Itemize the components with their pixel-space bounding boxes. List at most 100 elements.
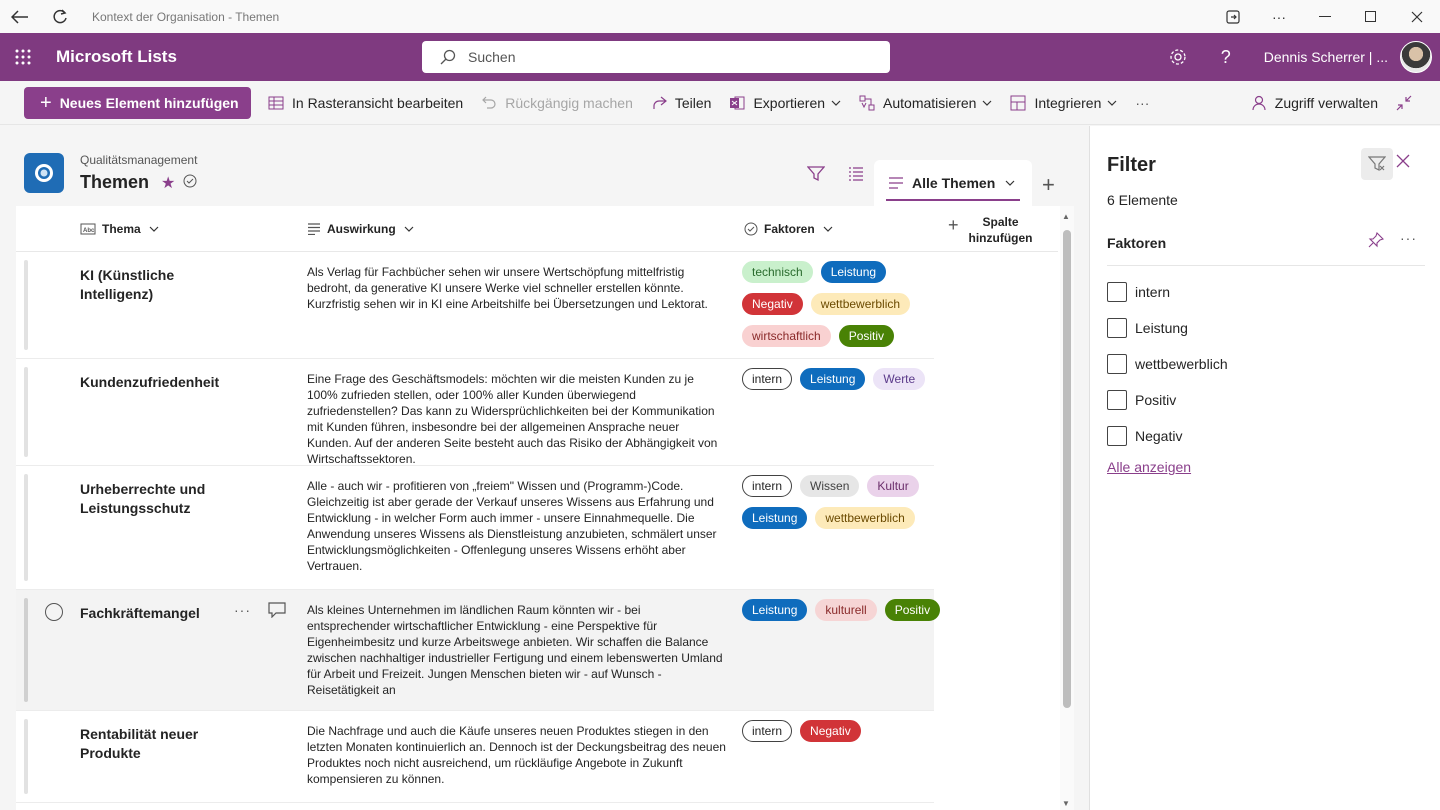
filter-option-label: Leistung xyxy=(1135,320,1188,336)
close-window-icon[interactable] xyxy=(1394,0,1440,33)
table-row[interactable]: Rentabilität neuer Produkte Die Nachfrage… xyxy=(16,711,934,803)
factor-tag: kulturell xyxy=(815,599,877,621)
chevron-down-icon xyxy=(149,226,159,232)
filter-option-negativ[interactable]: Negativ xyxy=(1107,426,1228,446)
filter-option-label: Positiv xyxy=(1135,392,1177,408)
filter-title: Filter xyxy=(1107,154,1156,176)
row-title[interactable]: Rentabilität neuer Produkte xyxy=(80,725,250,763)
integrate-icon xyxy=(1010,95,1026,110)
close-icon[interactable] xyxy=(1396,154,1410,171)
divider xyxy=(1107,265,1425,266)
maximize-icon[interactable] xyxy=(1348,0,1394,33)
grid-icon xyxy=(268,96,284,109)
factor-tag: intern xyxy=(742,475,793,497)
app-install-icon[interactable] xyxy=(1210,0,1256,33)
row-accent-bar xyxy=(24,474,28,581)
search-box[interactable]: Suchen xyxy=(422,41,890,73)
factor-tag: wettbewerblich xyxy=(815,507,915,529)
row-select-radio[interactable] xyxy=(45,603,63,621)
scroll-up-icon[interactable]: ▲ xyxy=(1062,212,1070,221)
checkbox[interactable] xyxy=(1107,426,1127,446)
clear-filter-button[interactable] xyxy=(1361,148,1393,180)
comment-icon[interactable] xyxy=(268,602,286,621)
search-placeholder: Suchen xyxy=(468,49,516,65)
show-all-link[interactable]: Alle anzeigen xyxy=(1107,459,1191,475)
factor-tag: Positiv xyxy=(838,325,895,347)
export-button[interactable]: Exportieren xyxy=(720,81,850,125)
table-row[interactable]: KI (Künstliche Intelligenz) Als Verlag fü… xyxy=(16,252,934,359)
user-name[interactable]: Dennis Scherrer | ... xyxy=(1264,49,1388,65)
row-title[interactable]: KI (Künstliche Intelligenz) xyxy=(80,266,250,304)
row-title[interactable]: Fachkräftemangel xyxy=(80,604,250,623)
row-title[interactable]: Urheberrechte und Leistungsschutz xyxy=(80,480,250,518)
filter-option-positiv[interactable]: Positiv xyxy=(1107,390,1228,410)
window-title: Kontext der Organisation - Themen xyxy=(92,9,280,24)
favorite-star-icon[interactable]: ★ xyxy=(161,173,175,193)
filter-option-leistung[interactable]: Leistung xyxy=(1107,318,1228,338)
share-button[interactable]: Teilen xyxy=(642,81,721,125)
integrate-button[interactable]: Integrieren xyxy=(1001,81,1126,125)
app-launcher-icon[interactable] xyxy=(0,33,46,81)
plus-icon: + xyxy=(948,215,959,235)
checkbox[interactable] xyxy=(1107,390,1127,410)
column-header-row: Abc Thema Auswirkung Faktoren + Spalte h… xyxy=(16,206,1058,252)
column-header-faktoren[interactable]: Faktoren xyxy=(744,206,833,252)
row-accent-bar xyxy=(24,719,28,794)
more-commands-button[interactable]: ··· xyxy=(1126,81,1158,125)
more-options-icon[interactable]: ··· xyxy=(1256,0,1302,33)
filter-section-title: Faktoren xyxy=(1107,235,1167,251)
excel-icon xyxy=(730,96,745,109)
back-arrow-icon[interactable] xyxy=(0,0,40,33)
factor-tag: wettbewerblich xyxy=(810,293,911,315)
scrollbar-thumb[interactable] xyxy=(1063,230,1071,708)
view-selector-tab[interactable]: Alle Themen xyxy=(874,160,1032,206)
factor-tag: Leistung xyxy=(742,599,808,621)
checkbox[interactable] xyxy=(1107,318,1127,338)
filter-more-icon[interactable]: ··· xyxy=(1400,230,1417,246)
chevron-down-icon xyxy=(831,100,841,106)
column-header-thema[interactable]: Abc Thema xyxy=(80,206,159,252)
row-title[interactable]: Kundenzufriedenheit xyxy=(80,373,250,392)
share-label: Teilen xyxy=(674,94,712,111)
add-column-button[interactable]: + Spalte hinzufügen xyxy=(948,214,1033,246)
group-by-icon[interactable] xyxy=(836,166,876,182)
add-view-button[interactable]: + xyxy=(1042,172,1055,198)
collapse-icon[interactable] xyxy=(1387,81,1440,125)
checkbox[interactable] xyxy=(1107,354,1127,374)
undo-icon xyxy=(482,96,496,109)
table-row[interactable]: Urheberrechte und Leistungsschutz Alle - … xyxy=(16,466,934,590)
factor-tag: Wissen xyxy=(800,475,860,497)
row-accent-bar xyxy=(24,598,28,702)
refresh-icon[interactable] xyxy=(40,0,80,33)
pin-icon[interactable] xyxy=(1368,231,1385,251)
choice-column-icon xyxy=(744,222,758,236)
filter-icon[interactable] xyxy=(796,166,836,182)
factor-tag: intern xyxy=(742,368,793,390)
filter-option-label: intern xyxy=(1135,284,1171,300)
manage-access-button[interactable]: Zugriff verwalten xyxy=(1242,81,1387,125)
row-tags: intern Wissen Kultur Leistung wettbewerblich xyxy=(742,475,942,529)
column-header-auswirkung[interactable]: Auswirkung xyxy=(307,206,414,252)
filter-option-label: Negativ xyxy=(1135,428,1183,444)
table-row[interactable]: Kundenzufriedenheit Eine Frage des Geschä… xyxy=(16,359,934,466)
site-name[interactable]: Qualitätsmanagement xyxy=(80,153,197,167)
filter-option-intern[interactable]: intern xyxy=(1107,282,1228,302)
factor-tag: Kultur xyxy=(867,475,919,497)
checkbox[interactable] xyxy=(1107,282,1127,302)
settings-gear-icon[interactable] xyxy=(1154,33,1202,81)
check-circle-icon[interactable] xyxy=(183,172,197,193)
plus-icon: + xyxy=(40,91,52,114)
avatar[interactable] xyxy=(1400,41,1432,73)
minimize-icon[interactable] xyxy=(1302,0,1348,33)
undo-button[interactable]: Rückgängig machen xyxy=(472,81,642,125)
grid-edit-button[interactable]: In Rasteransicht bearbeiten xyxy=(259,81,472,125)
new-item-button[interactable]: + Neues Element hinzufügen xyxy=(24,86,251,119)
app-name[interactable]: Microsoft Lists xyxy=(56,47,177,67)
help-icon[interactable]: ? xyxy=(1202,33,1250,81)
table-row[interactable]: ··· Fachkräftemangel Als kleines Unternehm… xyxy=(16,590,941,711)
automate-button[interactable]: Automatisieren xyxy=(850,81,1001,125)
new-item-label: Neues Element hinzufügen xyxy=(59,94,239,111)
scroll-down-icon[interactable]: ▼ xyxy=(1062,799,1070,808)
vertical-scrollbar[interactable]: ▲ ▼ xyxy=(1060,206,1074,810)
filter-option-wettbewerblich[interactable]: wettbewerblich xyxy=(1107,354,1228,374)
